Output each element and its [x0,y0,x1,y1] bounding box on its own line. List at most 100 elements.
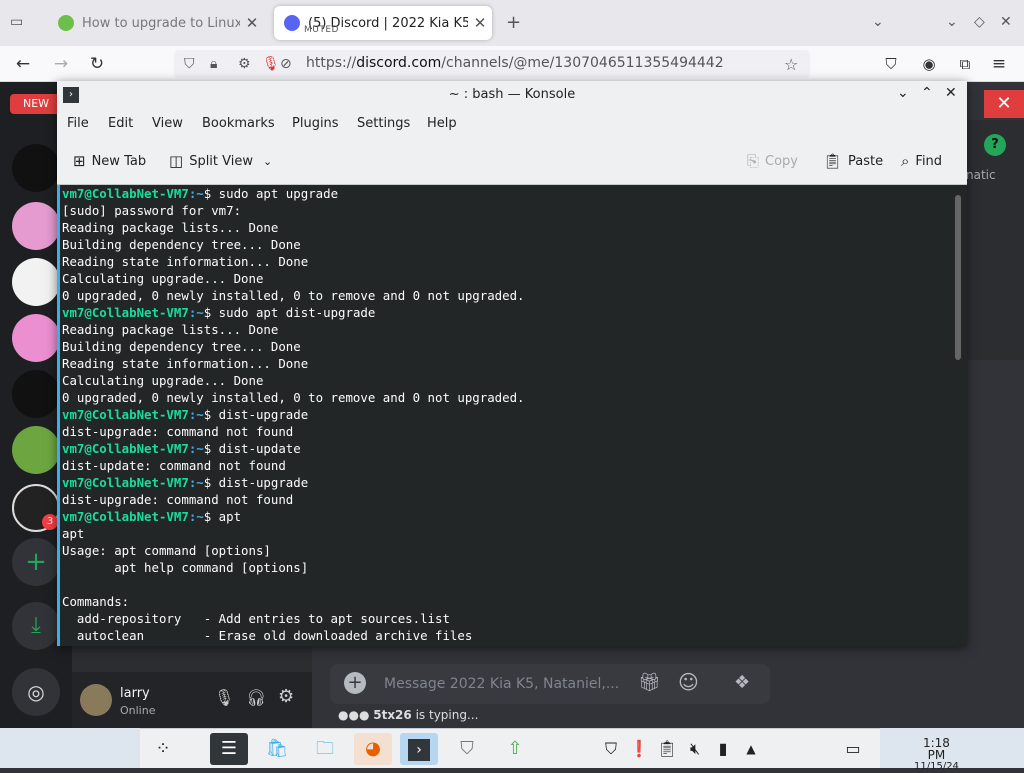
task-panel: ⁘ ☰ 🛍︎ 🗀 ◕ › ⛉ ⇧ ⛉ ❗ 📋︎ 🔇︎ ▮ ▲ 1:18 PM 1… [140,728,959,772]
new-tab-icon[interactable]: + [506,12,521,33]
menu-file[interactable]: File [67,116,89,131]
prompt-user: vm7@CollabNet-VM7 [62,407,189,422]
output-text: Calculating upgrade... Done [62,271,264,286]
server-icon[interactable] [12,314,60,362]
server-icon[interactable] [12,202,60,250]
shield-icon[interactable]: ⛉ [184,56,195,72]
taskbar: ⁘ ☰ 🛍︎ 🗀 ◕ › ⛉ ⇧ ⛉ ❗ 📋︎ 🔇︎ ▮ ▲ 1:18 PM 1… [0,728,1024,772]
server-icon[interactable] [12,144,60,192]
forward-icon[interactable]: → [50,54,72,74]
restore-icon[interactable]: ◇ [974,14,985,30]
close-notice-icon[interactable]: ✕ [984,90,1024,118]
close-window-icon[interactable]: ✕ [1000,14,1012,30]
window-titlebar[interactable]: › ~ : bash — Konsole ⌄ ⌃ ✕ [57,81,967,109]
close-icon[interactable]: ✕ [945,85,957,101]
menu-edit[interactable]: Edit [108,116,133,131]
prompt-symbol: $ [203,305,219,320]
terminal-output[interactable]: vm7@CollabNet-VM7:~$ sudo apt upgrade [su… [57,185,967,646]
new-tab-button[interactable]: ⊞ New Tab [73,152,146,170]
lock-icon[interactable]: 🔒︎ [210,56,217,72]
server-icon[interactable] [12,426,60,474]
account-icon[interactable]: ◉ [918,54,940,74]
extensions-icon[interactable]: ⧉ [954,54,976,74]
menu-bookmarks[interactable]: Bookmarks [202,116,275,131]
maximize-icon[interactable]: ⌃ [921,85,933,101]
split-view-button[interactable]: ◫ Split View ⌄ [169,152,272,170]
url-bar[interactable]: ⛉ 🔒︎ ⚙ 🎙︎ ⊘ https://discord.com/channels… [174,50,810,78]
emoji-icon[interactable]: ☺ [678,670,699,694]
update-icon[interactable]: ⇧ [496,733,534,765]
apps-icon[interactable]: ❖ [734,672,750,693]
list-tabs-icon[interactable]: ⌄ [872,14,884,30]
app-launcher-icon[interactable]: ⁘ [144,733,182,765]
microphone-icon[interactable]: 🎙︎ [214,688,234,707]
terminal-line: apt help command [options] [60,559,967,576]
menu-view[interactable]: View [152,116,183,131]
prompt-symbol: $ [203,441,219,456]
settings-gear-icon[interactable]: ⚙ [278,686,294,707]
browser-tab-discord[interactable]: (5) Discord | 2022 Kia K5, I ✕ MUTED [274,6,492,40]
prompt-dir: :~ [188,407,204,422]
system-settings-icon[interactable]: ☰ [210,733,248,765]
prompt-dir: :~ [188,441,204,456]
server-icon[interactable] [12,258,60,306]
add-server-icon[interactable]: + [12,538,60,586]
menu-plugins[interactable]: Plugins [292,116,339,131]
konsole-icon[interactable]: › [400,733,438,765]
reload-icon[interactable]: ↻ [86,54,108,74]
menu-icon[interactable]: ≡ [988,54,1010,74]
command-text: dist-update [218,441,301,456]
output-text: Commands: [62,594,130,609]
pocket-icon[interactable]: ⛉ [880,54,902,74]
terminal-line: Calculating upgrade... Done [60,270,967,287]
output-text: Building dependency tree... Done [62,237,301,252]
avatar[interactable] [80,684,112,716]
shield-app-icon[interactable]: ⛉ [448,733,486,765]
paste-button[interactable]: 📋︎ Paste [823,152,883,170]
copy-button[interactable]: ⎘ Copy [747,152,798,170]
close-tab-icon[interactable]: ✕ [240,14,264,32]
find-button[interactable]: ⌕ Find [901,152,942,170]
message-composer[interactable]: + Message 2022 Kia K5, Nataniel,... 🎁︎ ☺… [330,664,770,704]
output-text: 0 upgraded, 0 newly installed, 0 to remo… [62,288,525,303]
tray-expand-icon[interactable]: ▲ [732,733,770,765]
discover-icon[interactable]: 🛍︎ [258,733,296,765]
terminal-line: Calculating upgrade... Done [60,372,967,389]
headphones-icon[interactable]: 🎧︎ [246,688,266,707]
help-icon[interactable]: ? [984,134,1006,156]
explore-icon[interactable]: ◎ [12,668,60,716]
microphone-icon[interactable]: 🎙︎ [262,56,280,72]
gift-icon[interactable]: 🎁︎ [638,672,661,693]
terminal-line: Building dependency tree... Done [60,236,967,253]
file-manager-icon[interactable]: 🗀 [306,733,344,765]
bookmark-star-icon[interactable]: ☆ [784,55,798,74]
download-apps-icon[interactable]: ⤓ [12,602,60,650]
blocked-icon[interactable]: ⊘ [280,56,292,72]
output-text: Calculating upgrade... Done [62,373,264,388]
sidebar-toggle-icon[interactable]: ▭ [10,14,23,30]
command-text: apt [218,509,242,524]
menu-help[interactable]: Help [427,116,457,131]
prompt-dir: :~ [188,186,204,201]
toolbar: ⊞ New Tab ◫ Split View ⌄ ⎘ Copy 📋︎ Paste ⌕ Fin… [57,139,967,185]
back-icon[interactable]: ← [12,54,34,74]
minimize-icon[interactable]: ⌄ [897,85,909,101]
minimize-icon[interactable]: ⌄ [946,14,958,30]
terminal-line: dist-update: command not found [60,457,967,474]
message-input[interactable]: Message 2022 Kia K5, Nataniel,... [384,676,619,692]
prompt-user: vm7@CollabNet-VM7 [62,186,189,201]
menu-settings[interactable]: Settings [357,116,410,131]
permissions-icon[interactable]: ⚙ [238,56,251,72]
konsole-window: › ~ : bash — Konsole ⌄ ⌃ ✕ File Edit Vie… [57,81,967,646]
firefox-icon[interactable]: ◕ [354,733,392,765]
terminal-line: Reading state information... Done [60,355,967,372]
prompt-user: vm7@CollabNet-VM7 [62,509,189,524]
scrollbar[interactable] [955,195,961,360]
browser-tab-linux-upgrade[interactable]: How to upgrade to Linux M ✕ [50,6,264,40]
server-icon[interactable] [12,370,60,418]
close-tab-icon[interactable]: ✕ [468,14,492,32]
user-status: Online [120,704,156,717]
command-text: sudo apt upgrade [218,186,339,201]
show-desktop-icon[interactable]: ▭ [834,733,872,765]
upload-plus-icon[interactable]: + [344,672,366,694]
